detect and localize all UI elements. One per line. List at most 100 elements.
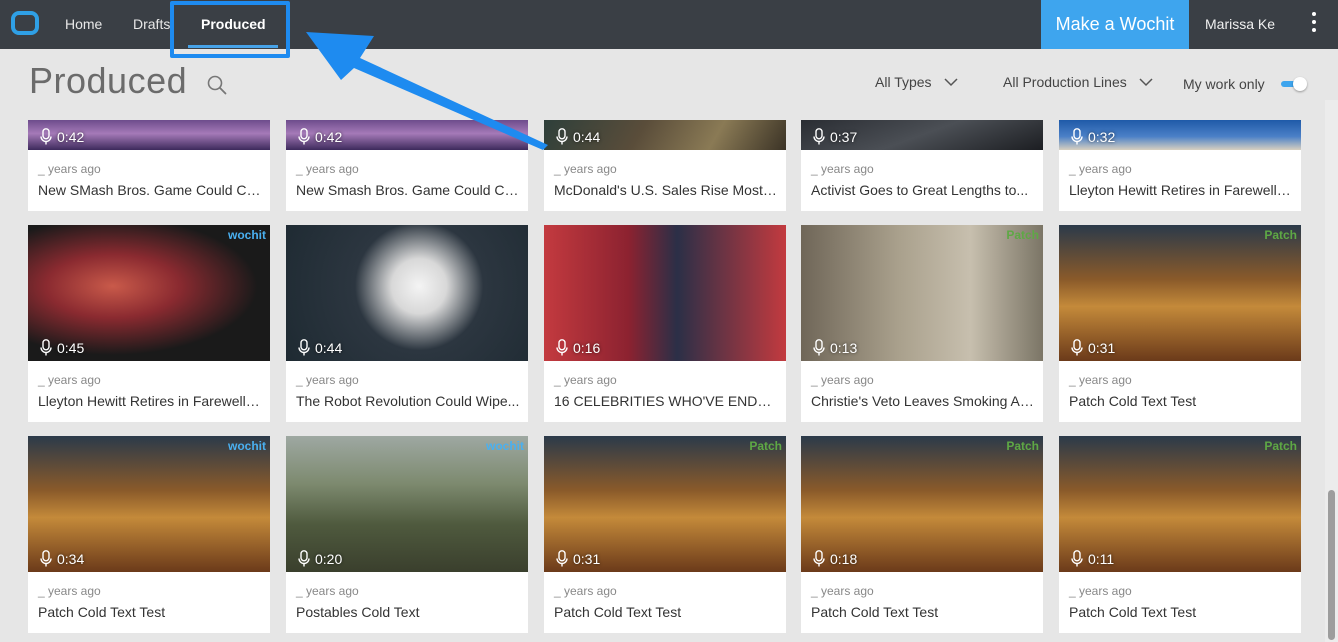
video-thumbnail[interactable]: 0:32 <box>1059 120 1301 150</box>
card-age: _ years ago <box>38 373 101 387</box>
video-thumbnail[interactable]: wochit 0:20 <box>286 436 528 572</box>
video-card[interactable]: Patch 0:13 _ years ago Christie's Veto Leav… <box>801 225 1043 422</box>
video-card[interactable]: Patch 0:31 _ years ago Patch Cold Text Test <box>1059 225 1301 422</box>
card-title[interactable]: Patch Cold Text Test <box>38 604 263 620</box>
my-work-only-toggle[interactable] <box>1281 77 1307 91</box>
watermark: wochit <box>486 439 524 453</box>
video-thumbnail[interactable]: wochit 0:34 <box>28 436 270 572</box>
video-card[interactable]: 0:44 _ years ago McDonald's U.S. Sales Ris… <box>544 120 786 211</box>
card-age: _ years ago <box>1069 584 1132 598</box>
card-title[interactable]: 16 CELEBRITIES WHO'VE ENDORSE... <box>554 393 779 409</box>
card-title[interactable]: Activist Goes to Great Lengths to... <box>811 182 1036 198</box>
duration-label: 0:31 <box>1071 339 1115 356</box>
card-age: _ years ago <box>811 162 874 176</box>
video-thumbnail[interactable]: 0:16 <box>544 225 786 361</box>
duration-text: 0:42 <box>315 128 343 145</box>
wochit-logo-icon[interactable] <box>11 11 39 35</box>
video-thumbnail[interactable]: 0:42 <box>28 120 270 150</box>
video-card[interactable]: 0:32 _ years ago Lleyton Hewitt Retires in… <box>1059 120 1301 211</box>
card-title[interactable]: Patch Cold Text Test <box>811 604 1036 620</box>
scrollbar[interactable] <box>1325 100 1338 642</box>
card-title[interactable]: Patch Cold Text Test <box>1069 393 1294 409</box>
scrollbar-thumb[interactable] <box>1328 490 1335 640</box>
card-title[interactable]: The Robot Revolution Could Wipe... <box>296 393 521 409</box>
video-card[interactable]: wochit 0:20 _ years ago Postables Cold Text <box>286 436 528 633</box>
duration-label: 0:34 <box>40 550 84 567</box>
nav-drafts[interactable]: Drafts <box>133 0 170 49</box>
card-age: _ years ago <box>811 584 874 598</box>
video-card[interactable]: 0:42 _ years ago New Smash Bros. Game Coul… <box>286 120 528 211</box>
watermark: wochit <box>228 228 266 242</box>
watermark: Patch <box>1264 439 1297 453</box>
user-menu[interactable]: Marissa Ke <box>1205 0 1275 49</box>
microphone-icon <box>1071 550 1083 567</box>
video-card[interactable]: Patch 0:11 _ years ago Patch Cold Text Test <box>1059 436 1301 633</box>
video-thumbnail[interactable]: Patch 0:13 <box>801 225 1043 361</box>
video-thumbnail[interactable]: Patch 0:31 <box>544 436 786 572</box>
chevron-down-icon <box>944 77 958 86</box>
duration-text: 0:32 <box>1088 128 1116 145</box>
microphone-icon <box>40 339 52 356</box>
card-title[interactable]: Postables Cold Text <box>296 604 521 620</box>
video-card[interactable]: wochit 0:45 _ years ago Lleyton Hewitt Reti… <box>28 225 270 422</box>
duration-label: 0:44 <box>556 128 600 145</box>
card-title[interactable]: McDonald's U.S. Sales Rise Most in... <box>554 182 779 198</box>
video-card[interactable]: 0:44 _ years ago The Robot Revolution Coul… <box>286 225 528 422</box>
watermark: Patch <box>1006 439 1039 453</box>
duration-text: 0:44 <box>315 339 343 356</box>
duration-text: 0:34 <box>57 550 85 567</box>
production-lines-dropdown[interactable]: All Production Lines <box>1003 74 1153 90</box>
card-age: _ years ago <box>554 373 617 387</box>
production-lines-label: All Production Lines <box>1003 74 1127 90</box>
video-thumbnail[interactable]: Patch 0:31 <box>1059 225 1301 361</box>
microphone-icon <box>298 339 310 356</box>
card-title[interactable]: Christie's Veto Leaves Smoking Age... <box>811 393 1036 409</box>
card-title[interactable]: Patch Cold Text Test <box>1069 604 1294 620</box>
all-types-label: All Types <box>875 74 932 90</box>
card-age: _ years ago <box>38 162 101 176</box>
video-thumbnail[interactable]: 0:44 <box>286 225 528 361</box>
all-types-dropdown[interactable]: All Types <box>875 74 958 90</box>
duration-label: 0:42 <box>298 128 342 145</box>
duration-label: 0:20 <box>298 550 342 567</box>
nav-home[interactable]: Home <box>65 0 102 49</box>
video-card[interactable]: 0:42 _ years ago New SMash Bros. Game Coul… <box>28 120 270 211</box>
microphone-icon <box>1071 339 1083 356</box>
video-thumbnail[interactable]: 0:42 <box>286 120 528 150</box>
produced-highlight-box <box>170 1 290 58</box>
duration-label: 0:11 <box>1071 550 1114 567</box>
video-thumbnail[interactable]: Patch 0:18 <box>801 436 1043 572</box>
microphone-icon <box>1071 128 1083 145</box>
video-card[interactable]: Patch 0:31 _ years ago Patch Cold Text Test <box>544 436 786 633</box>
make-a-wochit-button[interactable]: Make a Wochit <box>1041 0 1189 49</box>
card-title[interactable]: New Smash Bros. Game Could Co... <box>296 182 521 198</box>
video-thumbnail[interactable]: Patch 0:11 <box>1059 436 1301 572</box>
duration-label: 0:45 <box>40 339 84 356</box>
duration-text: 0:44 <box>573 128 601 145</box>
chevron-down-icon <box>1139 77 1153 86</box>
video-thumbnail[interactable]: wochit 0:45 <box>28 225 270 361</box>
video-card[interactable]: Patch 0:18 _ years ago Patch Cold Text Test <box>801 436 1043 633</box>
video-card[interactable]: 0:37 _ years ago Activist Goes to Great Le… <box>801 120 1043 211</box>
card-title[interactable]: New SMash Bros. Game Could Co... <box>38 182 263 198</box>
card-age: _ years ago <box>811 373 874 387</box>
microphone-icon <box>556 550 568 567</box>
microphone-icon <box>298 128 310 145</box>
card-title[interactable]: Lleyton Hewitt Retires in Farewell at... <box>38 393 263 409</box>
search-icon[interactable] <box>206 74 228 96</box>
more-options-icon[interactable] <box>1306 12 1322 38</box>
duration-label: 0:16 <box>556 339 600 356</box>
microphone-icon <box>813 128 825 145</box>
duration-label: 0:37 <box>813 128 857 145</box>
card-title[interactable]: Patch Cold Text Test <box>554 604 779 620</box>
video-card[interactable]: 0:16 _ years ago 16 CELEBRITIES WHO'VE END… <box>544 225 786 422</box>
card-title[interactable]: Lleyton Hewitt Retires in Farewell at... <box>1069 182 1294 198</box>
duration-text: 0:45 <box>57 339 85 356</box>
duration-text: 0:13 <box>830 339 858 356</box>
my-work-only-label: My work only <box>1183 76 1265 92</box>
video-card[interactable]: wochit 0:34 _ years ago Patch Cold Text Tes… <box>28 436 270 633</box>
duration-label: 0:31 <box>556 550 600 567</box>
card-age: _ years ago <box>296 373 359 387</box>
video-thumbnail[interactable]: 0:44 <box>544 120 786 150</box>
video-thumbnail[interactable]: 0:37 <box>801 120 1043 150</box>
